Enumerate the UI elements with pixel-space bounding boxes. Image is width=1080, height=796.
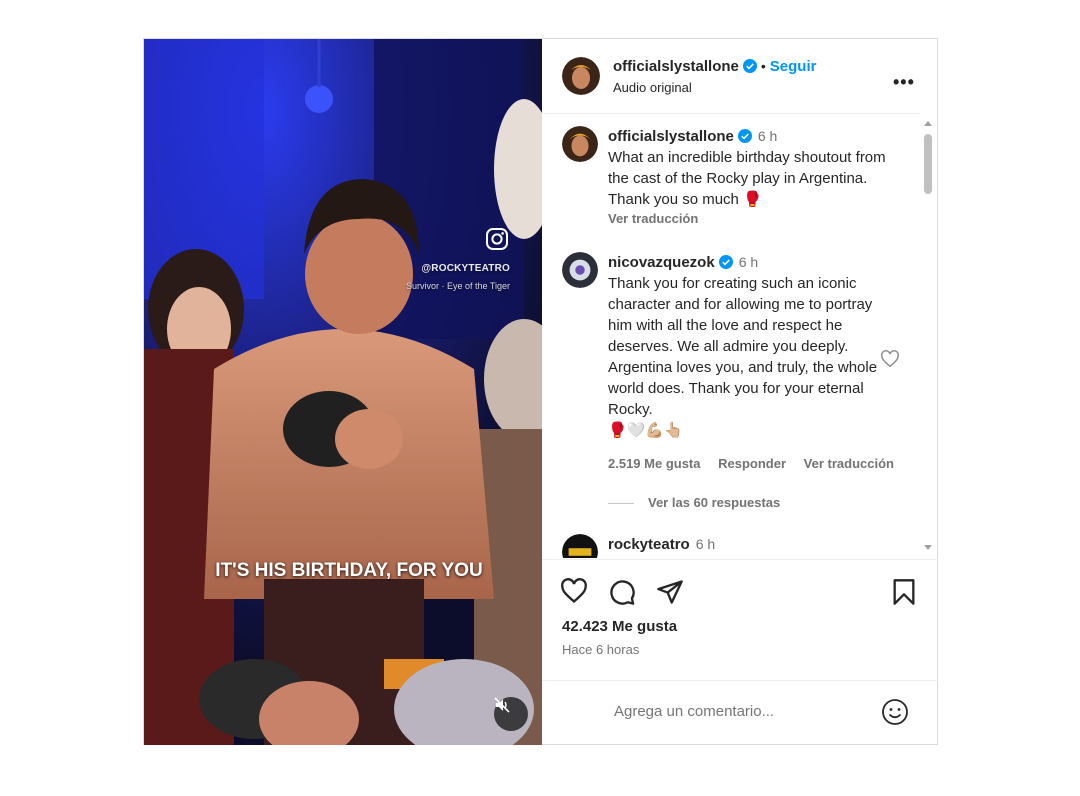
comment-meta: 2.519 Me gusta Responder Ver traducción	[608, 456, 908, 471]
instagram-post: @ROCKYTEATRO Survivor · Eye of the Tiger…	[143, 38, 938, 745]
comment-text: Thank you for creating such an iconic ch…	[608, 275, 878, 418]
replies-divider	[608, 503, 634, 505]
emoji-icon[interactable]	[880, 697, 910, 727]
verified-icon	[737, 129, 752, 143]
verified-icon	[718, 255, 733, 269]
view-replies-button[interactable]: Ver las 60 respuestas	[608, 495, 780, 510]
comment-body: rockyteatro 6 h	[608, 534, 898, 555]
mute-icon	[494, 697, 510, 713]
post-header: officialslystallone • Seguir Audio origina…	[542, 39, 920, 114]
avatar[interactable]	[562, 252, 598, 288]
comment-time: 6 h	[757, 128, 778, 144]
post-likes-count[interactable]: 42.423 Me gusta	[562, 618, 677, 635]
more-options-button[interactable]: •••	[893, 72, 915, 93]
scroll-down-icon[interactable]	[923, 544, 933, 552]
header-user-line: officialslystallone • Seguir	[613, 58, 816, 76]
header-username[interactable]: officialslystallone	[613, 58, 739, 75]
comment-body: nicovazquezok 6 h Thank you for creating …	[608, 252, 898, 441]
see-translation-link[interactable]: Ver traducción	[608, 208, 898, 229]
post-side-panel: officialslystallone • Seguir Audio origina…	[542, 39, 938, 745]
mute-button[interactable]	[494, 697, 528, 731]
post-time-ago: Hace 6 horas	[562, 642, 640, 657]
like-heart-icon[interactable]	[560, 578, 588, 604]
comment-emojis: 🥊🤍💪🏼👆🏼	[608, 422, 683, 439]
video-handle: @ROCKYTEATRO	[421, 263, 510, 274]
scroll-thumb[interactable]	[924, 134, 932, 194]
comment-username[interactable]: nicovazquezok	[608, 254, 715, 271]
avatar[interactable]	[562, 534, 598, 558]
add-comment-bar	[542, 680, 938, 747]
scroll-up-icon[interactable]	[923, 119, 933, 127]
video-frame	[144, 39, 542, 745]
reply-button[interactable]: Responder	[718, 456, 786, 471]
separator-dot: •	[760, 58, 766, 74]
audio-link[interactable]: Audio original	[613, 80, 692, 95]
avatar[interactable]	[562, 57, 600, 95]
comment-username[interactable]: officialslystallone	[608, 128, 734, 145]
avatar[interactable]	[562, 126, 598, 162]
comment-text: What an incredible birthday shoutout fro…	[608, 149, 886, 208]
comment-time: 6 h	[738, 254, 759, 270]
comment-time: 6 h	[695, 536, 716, 552]
comment-body: officialslystallone 6 h What an incredibl…	[608, 126, 898, 229]
see-translation-link[interactable]: Ver traducción	[804, 456, 894, 471]
share-icon[interactable]	[656, 578, 684, 606]
comment-username[interactable]: rockyteatro	[608, 536, 690, 553]
video-caption: IT'S HIS BIRTHDAY, FOR YOU	[215, 560, 483, 581]
post-video[interactable]: @ROCKYTEATRO Survivor · Eye of the Tiger…	[144, 39, 542, 745]
follow-button[interactable]: Seguir	[770, 58, 817, 75]
comments-scrollbar[interactable]	[922, 114, 936, 558]
comments-list: officialslystallone 6 h What an incredibl…	[542, 114, 920, 558]
save-bookmark-icon[interactable]	[892, 578, 916, 606]
like-comment-heart-icon[interactable]	[880, 350, 900, 368]
comment-likes[interactable]: 2.519 Me gusta	[608, 456, 701, 471]
instagram-icon	[486, 228, 508, 250]
view-replies-label: Ver las 60 respuestas	[648, 495, 781, 510]
comment-icon[interactable]	[608, 578, 636, 606]
comment-input[interactable]	[614, 703, 874, 720]
verified-icon	[742, 59, 757, 73]
post-actions: 42.423 Me gusta Hace 6 horas	[542, 559, 938, 746]
video-song: Survivor · Eye of the Tiger	[405, 281, 510, 291]
